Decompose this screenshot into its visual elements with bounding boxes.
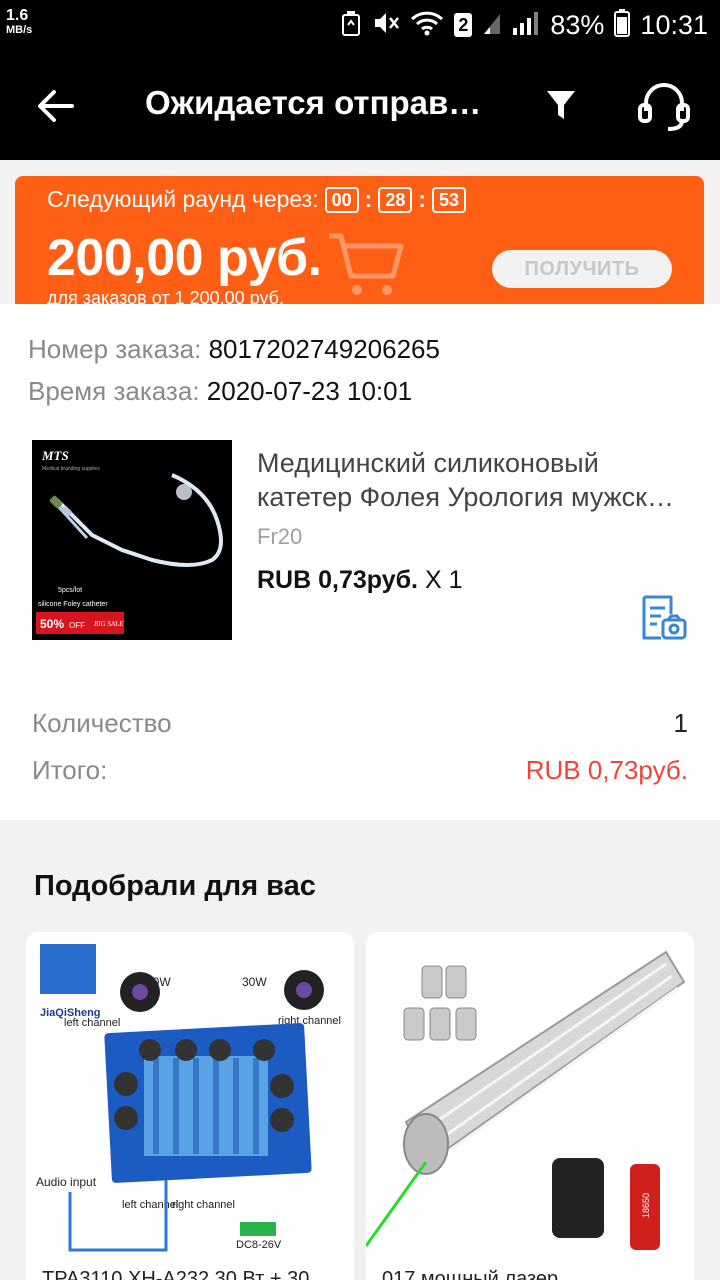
cart-icon — [327, 230, 407, 304]
order-number-label: Номер заказа: — [28, 334, 202, 364]
quantity-value: 1 — [673, 708, 688, 738]
sim-badge-icon: 2 — [454, 13, 473, 37]
total-value: RUB 0,73руб. — [525, 755, 688, 785]
toolbar: Ожидается отправ… — [0, 52, 720, 160]
network-speed-unit: MB/s — [6, 24, 33, 36]
recommendations-title: Подобрали для вас — [34, 870, 316, 902]
wifi-icon — [410, 10, 444, 41]
product-price-row: RUB 0,73руб. X 1 — [257, 566, 462, 595]
recommendation-image-power-right: 30W — [242, 975, 267, 989]
product-image-big-sale: BIG SALE — [94, 620, 124, 628]
battery-icon — [614, 8, 631, 42]
order-card: Номер заказа: 8017202749206265 Время зак… — [0, 304, 720, 820]
product-image[interactable]: MTS Medical branding supplies 5pcs/lot s… — [32, 440, 232, 640]
coupon-condition: для заказов от 1 200,00 руб. — [47, 288, 284, 304]
page-title: Ожидается отправ… — [145, 84, 482, 121]
product-image-tagline: Medical branding supplies — [42, 466, 100, 472]
signal-icon — [512, 10, 540, 41]
filter-icon — [547, 91, 575, 119]
battery-percent: 83% — [550, 10, 605, 40]
mute-icon — [372, 10, 400, 41]
round-countdown: Следующий раунд через: 00 : 28 : 53 — [47, 186, 467, 213]
support-button[interactable] — [632, 76, 696, 136]
quantity-label: Количество — [32, 708, 172, 738]
order-number-value[interactable]: 8017202749206265 — [209, 334, 440, 364]
recommendation-card[interactable]: JiaQiSheng 30W 30W left channel right ch… — [26, 932, 354, 1280]
recommendation-card[interactable]: 18650 017 мощный лазер — [366, 932, 694, 1280]
snapshot-button[interactable] — [638, 592, 690, 644]
recommendation-image-left-ch-short: left channel — [122, 1199, 178, 1211]
document-camera-icon — [642, 595, 687, 640]
product-title-line2: катетер Фолея Урология мужск… — [257, 482, 674, 512]
recommendation-image: JiaQiSheng 30W 30W left channel right ch… — [26, 932, 354, 1262]
order-time-label: Время заказа: — [28, 376, 200, 406]
headset-icon — [638, 83, 690, 131]
recommendation-image-audio-input: Audio input — [36, 1175, 97, 1189]
signal-weak-icon — [482, 10, 502, 41]
coupon-amount: 200,00 руб. — [47, 229, 322, 287]
quantity-row: Количество 1 — [32, 708, 688, 739]
round-label: Следующий раунд через: — [47, 186, 319, 212]
product-qty: X 1 — [424, 566, 463, 594]
recycle-icon — [340, 10, 362, 41]
product-image-pack: 5pcs/lot — [58, 587, 82, 594]
product-image-caption: silicone Foley catheter — [38, 601, 108, 608]
recommendation-image-right-ch-short: right channel — [172, 1199, 235, 1211]
back-button[interactable] — [28, 78, 84, 134]
recommendation-image-power-left: 30W — [146, 975, 171, 989]
order-time-value: 2020-07-23 10:01 — [206, 376, 413, 406]
product-title-line1: Медицинский силиконовый — [257, 448, 599, 478]
recommendation-name: TPA3110 XH-A232 30 Вт + 30 — [42, 1268, 310, 1280]
clock: 10:31 — [640, 10, 708, 40]
timer-hours: 00 — [324, 186, 359, 213]
total-row: Итого: RUB 0,73руб. — [32, 755, 688, 786]
product-title[interactable]: Медицинский силиконовый катетер Фолея Ур… — [257, 446, 697, 514]
recommendation-image-battery-label: 18650 — [641, 1193, 651, 1218]
product-variant: Fr20 — [257, 524, 303, 549]
total-label: Итого: — [32, 755, 108, 785]
back-arrow-icon — [38, 90, 74, 122]
order-time-row: Время заказа: 2020-07-23 10:01 — [28, 376, 412, 407]
network-speed-value: 1.6 — [6, 7, 29, 24]
status-bar: 1.6 MB/s 2 83% 10:31 — [0, 0, 720, 52]
timer-separator: : — [364, 186, 373, 212]
status-icons: 2 83% 10:31 — [340, 8, 708, 42]
recommendation-image-voltage: DC8-26V — [236, 1239, 282, 1251]
product-image-sale: 50% — [40, 617, 64, 631]
product-price: RUB 0,73руб. — [257, 566, 418, 594]
timer-separator: : — [418, 186, 427, 212]
network-speed: 1.6 MB/s — [6, 7, 33, 37]
product-image-sale-suffix: OFF — [69, 621, 85, 630]
timer-minutes: 28 — [378, 186, 413, 213]
recommendation-image-left-channel: left channel — [64, 1017, 120, 1029]
filter-button[interactable] — [536, 80, 586, 130]
recommendation-image: 18650 — [366, 932, 694, 1262]
coupon-banner: Следующий раунд через: 00 : 28 : 53 200,… — [15, 176, 704, 304]
recommendation-name: 017 мощный лазер — [382, 1268, 559, 1280]
timer-seconds: 53 — [432, 186, 467, 213]
product-image-brand: MTS — [41, 448, 69, 463]
get-coupon-button[interactable]: ПОЛУЧИТЬ — [492, 250, 672, 288]
order-number-row: Номер заказа: 8017202749206265 — [28, 334, 440, 365]
